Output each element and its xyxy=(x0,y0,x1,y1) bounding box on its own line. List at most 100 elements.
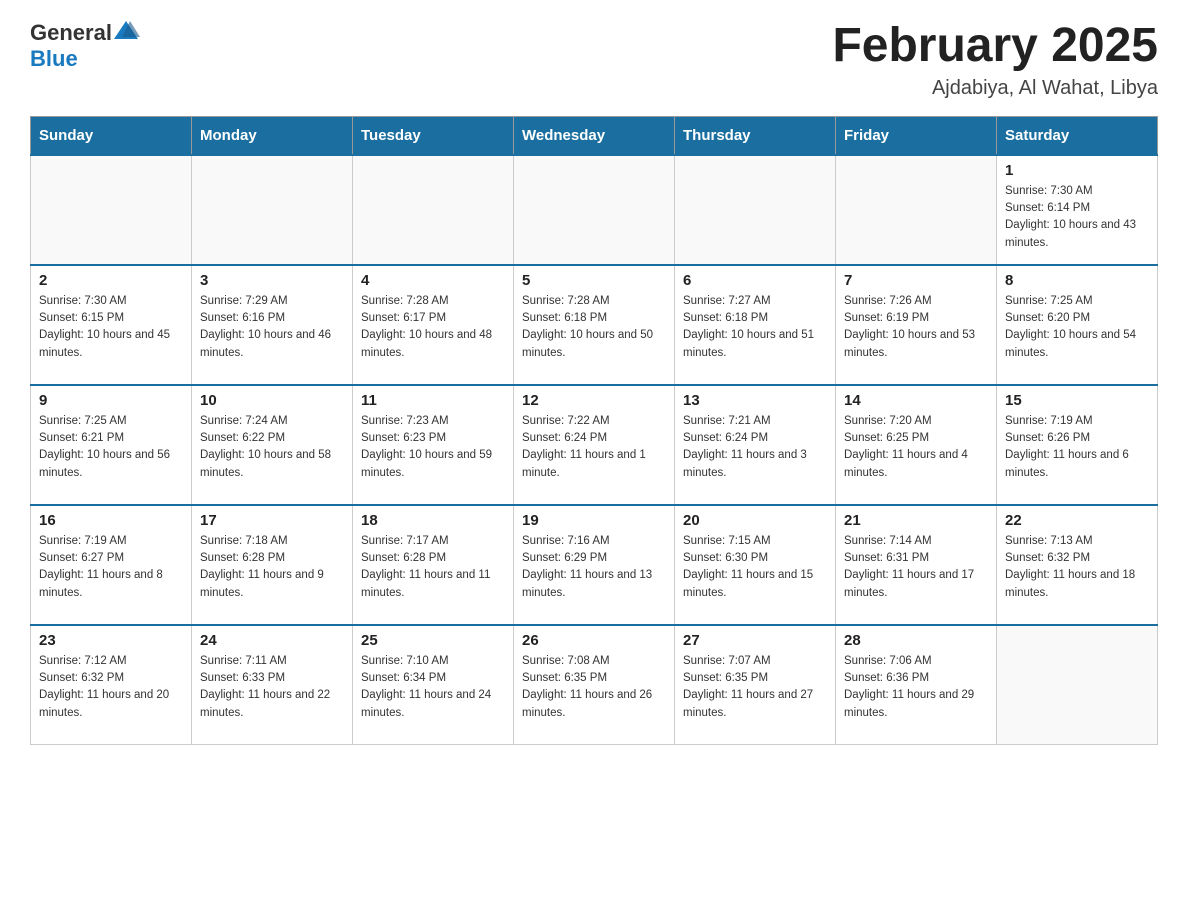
day-info: Sunrise: 7:17 AMSunset: 6:28 PMDaylight:… xyxy=(361,533,505,602)
calendar-day-cell xyxy=(836,155,997,265)
day-number: 27 xyxy=(683,632,827,649)
calendar-day-cell: 25 Sunrise: 7:10 AMSunset: 6:34 PMDayligh… xyxy=(353,625,514,745)
calendar-day-cell: 7 Sunrise: 7:26 AMSunset: 6:19 PMDaylight… xyxy=(836,265,997,385)
day-info: Sunrise: 7:06 AMSunset: 6:36 PMDaylight:… xyxy=(844,653,988,722)
calendar-day-cell: 26Sunrise: 7:08 AMSunset: 6:35 PMDayligh… xyxy=(514,625,675,745)
day-number: 7 xyxy=(844,272,988,289)
day-info: Sunrise: 7:13 AMSunset: 6:32 PMDaylight:… xyxy=(1005,533,1149,602)
day-of-week-header: Sunday xyxy=(31,116,192,155)
day-number: 1 xyxy=(1005,162,1149,179)
calendar-day-cell xyxy=(31,155,192,265)
day-number: 12 xyxy=(522,392,666,409)
calendar-day-cell: 27 Sunrise: 7:07 AMSunset: 6:35 PMDayligh… xyxy=(675,625,836,745)
day-number: 25 xyxy=(361,632,505,649)
day-number: 28 xyxy=(844,632,988,649)
day-number: 22 xyxy=(1005,512,1149,529)
calendar-day-cell: 20 Sunrise: 7:15 AMSunset: 6:30 PMDayligh… xyxy=(675,505,836,625)
day-number: 21 xyxy=(844,512,988,529)
day-of-week-header: Thursday xyxy=(675,116,836,155)
day-number: 11 xyxy=(361,392,505,409)
day-info: Sunrise: 7:12 AMSunset: 6:32 PMDaylight:… xyxy=(39,653,183,722)
calendar-day-cell: 13 Sunrise: 7:21 AMSunset: 6:24 PMDayligh… xyxy=(675,385,836,505)
calendar-day-cell: 8 Sunrise: 7:25 AMSunset: 6:20 PMDaylight… xyxy=(997,265,1158,385)
calendar-day-cell: 24 Sunrise: 7:11 AMSunset: 6:33 PMDayligh… xyxy=(192,625,353,745)
calendar-day-cell: 6 Sunrise: 7:27 AMSunset: 6:18 PMDaylight… xyxy=(675,265,836,385)
day-number: 6 xyxy=(683,272,827,289)
day-number: 16 xyxy=(39,512,183,529)
day-of-week-header: Saturday xyxy=(997,116,1158,155)
day-info: Sunrise: 7:26 AMSunset: 6:19 PMDaylight:… xyxy=(844,293,988,362)
calendar-table: SundayMondayTuesdayWednesdayThursdayFrid… xyxy=(30,116,1158,746)
calendar-day-cell: 9 Sunrise: 7:25 AMSunset: 6:21 PMDaylight… xyxy=(31,385,192,505)
calendar-subtitle: Ajdabiya, Al Wahat, Libya xyxy=(832,77,1158,100)
logo-general-text: General xyxy=(30,20,112,46)
day-info: Sunrise: 7:15 AMSunset: 6:30 PMDaylight:… xyxy=(683,533,827,602)
day-info: Sunrise: 7:10 AMSunset: 6:34 PMDaylight:… xyxy=(361,653,505,722)
calendar-day-cell: 21 Sunrise: 7:14 AMSunset: 6:31 PMDayligh… xyxy=(836,505,997,625)
calendar-week-row: 2Sunrise: 7:30 AMSunset: 6:15 PMDaylight… xyxy=(31,265,1158,385)
calendar-day-cell xyxy=(514,155,675,265)
day-number: 4 xyxy=(361,272,505,289)
day-of-week-header: Tuesday xyxy=(353,116,514,155)
calendar-week-row: 1 Sunrise: 7:30 AMSunset: 6:14 PMDaylight… xyxy=(31,155,1158,265)
day-info: Sunrise: 7:30 AMSunset: 6:14 PMDaylight:… xyxy=(1005,183,1149,252)
day-of-week-header: Monday xyxy=(192,116,353,155)
day-info: Sunrise: 7:07 AMSunset: 6:35 PMDaylight:… xyxy=(683,653,827,722)
day-number: 3 xyxy=(200,272,344,289)
day-number: 8 xyxy=(1005,272,1149,289)
day-number: 15 xyxy=(1005,392,1149,409)
day-info: Sunrise: 7:28 AMSunset: 6:18 PMDaylight:… xyxy=(522,293,666,362)
day-info: Sunrise: 7:21 AMSunset: 6:24 PMDaylight:… xyxy=(683,413,827,482)
day-number: 20 xyxy=(683,512,827,529)
day-info: Sunrise: 7:27 AMSunset: 6:18 PMDaylight:… xyxy=(683,293,827,362)
day-info: Sunrise: 7:16 AMSunset: 6:29 PMDaylight:… xyxy=(522,533,666,602)
calendar-day-cell: 18 Sunrise: 7:17 AMSunset: 6:28 PMDayligh… xyxy=(353,505,514,625)
day-info: Sunrise: 7:08 AMSunset: 6:35 PMDaylight:… xyxy=(522,653,666,722)
day-of-week-header: Wednesday xyxy=(514,116,675,155)
calendar-day-cell: 28 Sunrise: 7:06 AMSunset: 6:36 PMDayligh… xyxy=(836,625,997,745)
day-info: Sunrise: 7:25 AMSunset: 6:21 PMDaylight:… xyxy=(39,413,183,482)
day-info: Sunrise: 7:29 AMSunset: 6:16 PMDaylight:… xyxy=(200,293,344,362)
day-number: 2 xyxy=(39,272,183,289)
day-info: Sunrise: 7:11 AMSunset: 6:33 PMDaylight:… xyxy=(200,653,344,722)
day-number: 19 xyxy=(522,512,666,529)
logo-icon xyxy=(112,17,140,45)
calendar-week-row: 9 Sunrise: 7:25 AMSunset: 6:21 PMDaylight… xyxy=(31,385,1158,505)
calendar-day-cell: 15 Sunrise: 7:19 AMSunset: 6:26 PMDayligh… xyxy=(997,385,1158,505)
logo: General Blue xyxy=(30,20,140,72)
calendar-title: February 2025 xyxy=(832,20,1158,73)
day-number: 5 xyxy=(522,272,666,289)
calendar-day-cell: 22 Sunrise: 7:13 AMSunset: 6:32 PMDayligh… xyxy=(997,505,1158,625)
day-number: 9 xyxy=(39,392,183,409)
logo-blue-text: Blue xyxy=(30,46,78,71)
day-of-week-header: Friday xyxy=(836,116,997,155)
day-info: Sunrise: 7:25 AMSunset: 6:20 PMDaylight:… xyxy=(1005,293,1149,362)
day-info: Sunrise: 7:28 AMSunset: 6:17 PMDaylight:… xyxy=(361,293,505,362)
calendar-day-cell xyxy=(997,625,1158,745)
day-number: 13 xyxy=(683,392,827,409)
day-info: Sunrise: 7:14 AMSunset: 6:31 PMDaylight:… xyxy=(844,533,988,602)
day-number: 18 xyxy=(361,512,505,529)
calendar-day-cell: 5 Sunrise: 7:28 AMSunset: 6:18 PMDaylight… xyxy=(514,265,675,385)
day-number: 17 xyxy=(200,512,344,529)
day-info: Sunrise: 7:19 AMSunset: 6:26 PMDaylight:… xyxy=(1005,413,1149,482)
calendar-day-cell: 14Sunrise: 7:20 AMSunset: 6:25 PMDayligh… xyxy=(836,385,997,505)
day-info: Sunrise: 7:22 AMSunset: 6:24 PMDaylight:… xyxy=(522,413,666,482)
calendar-day-cell: 4 Sunrise: 7:28 AMSunset: 6:17 PMDaylight… xyxy=(353,265,514,385)
title-section: February 2025 Ajdabiya, Al Wahat, Libya xyxy=(832,20,1158,100)
day-number: 24 xyxy=(200,632,344,649)
day-number: 10 xyxy=(200,392,344,409)
calendar-day-cell: 16Sunrise: 7:19 AMSunset: 6:27 PMDayligh… xyxy=(31,505,192,625)
calendar-day-cell: 23Sunrise: 7:12 AMSunset: 6:32 PMDayligh… xyxy=(31,625,192,745)
day-info: Sunrise: 7:23 AMSunset: 6:23 PMDaylight:… xyxy=(361,413,505,482)
calendar-day-cell: 1 Sunrise: 7:30 AMSunset: 6:14 PMDaylight… xyxy=(997,155,1158,265)
calendar-day-cell: 11 Sunrise: 7:23 AMSunset: 6:23 PMDayligh… xyxy=(353,385,514,505)
calendar-day-cell: 10 Sunrise: 7:24 AMSunset: 6:22 PMDayligh… xyxy=(192,385,353,505)
calendar-day-cell: 2Sunrise: 7:30 AMSunset: 6:15 PMDaylight… xyxy=(31,265,192,385)
calendar-day-cell xyxy=(675,155,836,265)
calendar-day-cell: 12 Sunrise: 7:22 AMSunset: 6:24 PMDayligh… xyxy=(514,385,675,505)
calendar-week-row: 16Sunrise: 7:19 AMSunset: 6:27 PMDayligh… xyxy=(31,505,1158,625)
calendar-day-cell xyxy=(353,155,514,265)
day-info: Sunrise: 7:24 AMSunset: 6:22 PMDaylight:… xyxy=(200,413,344,482)
calendar-day-cell: 17Sunrise: 7:18 AMSunset: 6:28 PMDayligh… xyxy=(192,505,353,625)
